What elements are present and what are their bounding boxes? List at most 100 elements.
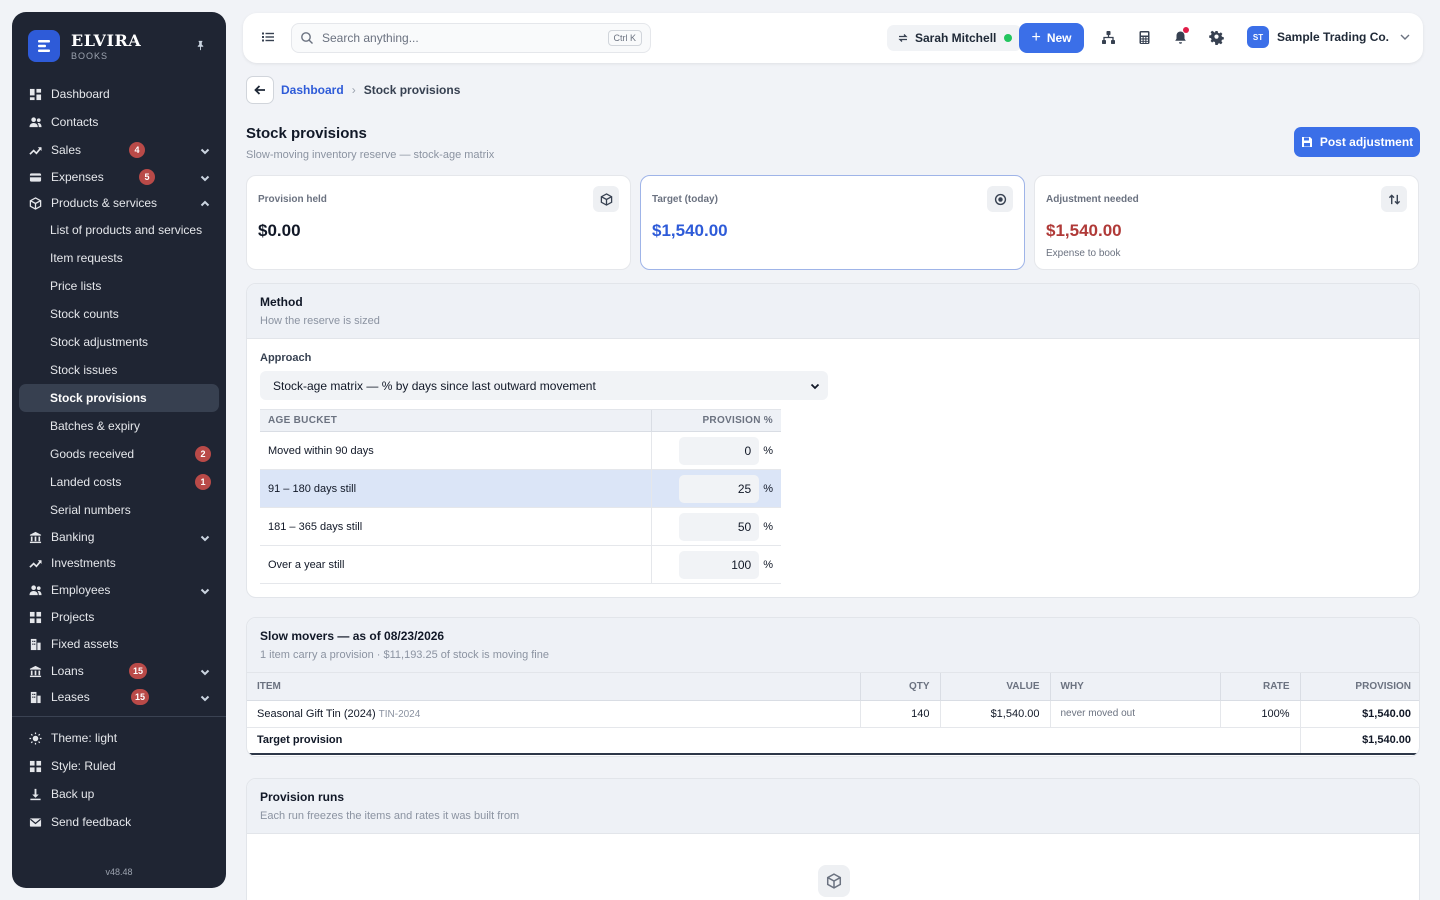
sidebar-item-expenses[interactable]: Expenses 5 (19, 164, 219, 190)
breadcrumb-dashboard-link[interactable]: Dashboard (281, 83, 344, 97)
style-toggle[interactable]: Style: Ruled (19, 752, 219, 780)
backup-button[interactable]: Back up (19, 780, 219, 808)
sidebar-item-contacts[interactable]: Contacts (19, 108, 219, 136)
switch-user-icon (898, 34, 908, 42)
sidebar-divider (12, 716, 226, 717)
age-bucket-label: Moved within 90 days (260, 431, 651, 470)
company-avatar: ST (1247, 26, 1269, 48)
method-panel: Method How the reserve is sized Approach… (246, 283, 1420, 598)
provision-runs-title: Provision runs (260, 790, 345, 804)
post-adjustment-label: Post adjustment (1319, 135, 1414, 149)
post-adjustment-button[interactable]: Post adjustment (1294, 127, 1420, 157)
sidebar-subitem-serial-numbers[interactable]: Serial numbers (19, 496, 219, 524)
gear-icon[interactable] (1208, 29, 1224, 45)
chevron-down-icon[interactable] (200, 532, 210, 542)
age-bucket-label: 91 – 180 days still (260, 469, 651, 508)
loans-count-badge: 15 (129, 663, 148, 679)
bank-icon (28, 664, 42, 678)
sidebar-item-label: Employees (51, 583, 111, 597)
sidebar-subitem-label: Item requests (50, 251, 123, 265)
org-chart-icon[interactable] (1100, 29, 1116, 45)
goods-received-badge: 2 (195, 446, 211, 462)
table-row: Over a year still 100% (260, 545, 781, 584)
percent-sign: % (763, 444, 773, 457)
box-icon (28, 196, 42, 210)
column-header-qty: QTY (859, 673, 940, 701)
approach-select[interactable]: Stock-age matrix — % by days since last … (260, 371, 828, 400)
search-box[interactable]: Ctrl K (291, 23, 651, 53)
sidebar-item-products[interactable]: Products & services (19, 190, 219, 216)
sidebar-item-sales[interactable]: Sales 4 (19, 136, 219, 164)
backup-label: Back up (51, 787, 95, 801)
user-switcher[interactable]: Sarah Mitchell (887, 25, 1023, 51)
provision-runs-subtitle: Each run freezes the items and rates it … (260, 810, 520, 822)
provision-pct-input[interactable]: 50 (679, 512, 760, 541)
item-sku: TIN-2024 (378, 708, 421, 720)
sidebar-subitem-goods-received[interactable]: Goods received 2 (19, 440, 219, 468)
list-icon[interactable] (261, 30, 275, 44)
sidebar-item-loans[interactable]: Loans 15 (19, 658, 219, 684)
sidebar-subitem-label: Stock adjustments (50, 335, 149, 349)
provision-pct-input[interactable]: 25 (679, 474, 760, 503)
provision-pct-input[interactable]: 100 (679, 550, 760, 579)
approach-label: Approach (260, 352, 312, 364)
sidebar-subitem-stock-adjustments[interactable]: Stock adjustments (19, 328, 219, 356)
company-switcher[interactable]: ST Sample Trading Co. (1247, 26, 1411, 48)
provision-runs-header: Provision runs Each run freezes the item… (247, 779, 1419, 834)
provision-pct-input[interactable]: 0 (679, 436, 760, 465)
sidebar-item-fixed-assets[interactable]: Fixed assets (19, 630, 219, 658)
theme-label: Theme: light (51, 731, 118, 745)
theme-toggle[interactable]: Theme: light (19, 724, 219, 752)
sidebar-item-label: Projects (51, 610, 95, 624)
chevron-down-icon (810, 383, 820, 389)
kpi-label: Adjustment needed (1046, 194, 1139, 205)
app-logo-icon[interactable] (28, 30, 60, 62)
new-button[interactable]: + New (1019, 23, 1084, 53)
slow-movers-header: Slow movers — as of 08/23/2026 1 item ca… (247, 618, 1419, 673)
sidebar-subitem-item-requests[interactable]: Item requests (19, 244, 219, 272)
bell-icon[interactable] (1172, 27, 1189, 45)
chevron-down-icon[interactable] (200, 666, 210, 676)
sidebar-item-dashboard[interactable]: Dashboard (19, 80, 219, 108)
chevron-down-icon (1400, 34, 1410, 40)
sidebar-item-projects[interactable]: Projects (19, 604, 219, 630)
sidebar-subitem-landed-costs[interactable]: Landed costs 1 (19, 468, 219, 496)
method-panel-header: Method How the reserve is sized (247, 284, 1419, 339)
breadcrumb: Dashboard › Stock provisions (281, 83, 460, 97)
sidebar-subitem-stock-issues[interactable]: Stock issues (19, 356, 219, 384)
landed-costs-badge: 1 (195, 474, 211, 490)
search-input[interactable] (322, 31, 608, 45)
chevron-down-icon[interactable] (200, 172, 210, 182)
send-feedback-button[interactable]: Send feedback (19, 808, 219, 836)
calculator-icon[interactable] (1136, 29, 1152, 45)
sidebar-item-banking[interactable]: Banking (19, 524, 219, 550)
app-subtitle: BOOKS (71, 51, 109, 61)
table-row[interactable]: Seasonal Gift Tin (2024) TIN-2024 140 $1,… (247, 700, 1419, 728)
notification-dot (1183, 27, 1189, 33)
sidebar-subitem-list-products[interactable]: List of products and services (19, 216, 219, 244)
sidebar-item-leases[interactable]: Leases 15 (19, 684, 219, 710)
sidebar-subitem-label: Stock issues (50, 363, 118, 377)
chevron-down-icon[interactable] (200, 145, 210, 155)
sun-icon (28, 731, 42, 745)
target-icon (987, 186, 1013, 212)
sidebar-item-investments[interactable]: Investments (19, 550, 219, 576)
item-why: never moved out (1049, 700, 1220, 728)
age-bucket-label: Over a year still (260, 545, 651, 584)
pin-icon[interactable] (195, 40, 206, 54)
sidebar-item-employees[interactable]: Employees (19, 576, 219, 604)
item-name: Seasonal Gift Tin (2024) (257, 707, 376, 720)
chevron-down-icon[interactable] (200, 692, 210, 702)
arrow-left-icon (254, 85, 265, 95)
column-header-rate: RATE (1219, 673, 1300, 701)
back-button[interactable] (246, 76, 274, 104)
slow-movers-panel: Slow movers — as of 08/23/2026 1 item ca… (246, 617, 1420, 757)
sidebar-subitem-stock-counts[interactable]: Stock counts (19, 300, 219, 328)
company-name: Sample Trading Co. (1277, 30, 1390, 44)
sidebar-subitem-batches-expiry[interactable]: Batches & expiry (19, 412, 219, 440)
chevron-down-icon[interactable] (200, 585, 210, 595)
dashboard-icon (28, 87, 42, 101)
chevron-up-icon[interactable] (200, 198, 210, 208)
sidebar-subitem-price-lists[interactable]: Price lists (19, 272, 219, 300)
sidebar-subitem-stock-provisions[interactable]: Stock provisions (19, 384, 219, 412)
